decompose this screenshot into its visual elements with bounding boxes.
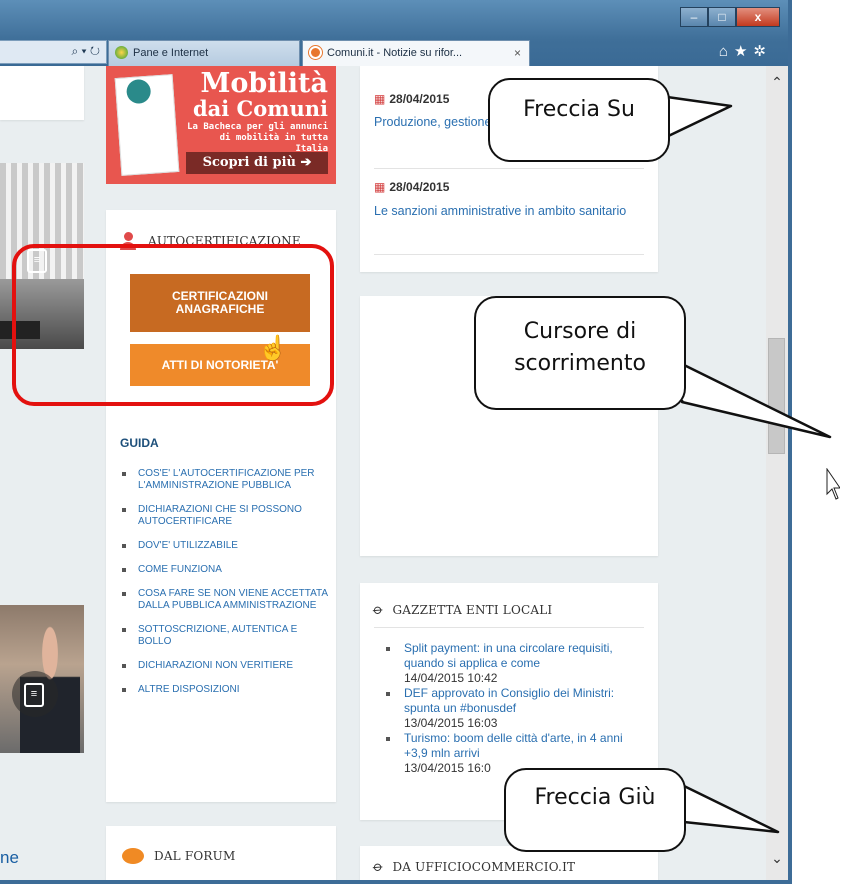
forum-panel: DAL FORUM [106,826,336,880]
guida-link[interactable]: COS'E' L'AUTOCERTIFICAZIONE PER L'AMMINI… [120,468,330,492]
search-refresh-icons[interactable]: ⌕ ▾ ↻ [71,44,100,59]
gear-icon[interactable]: ✲ [753,43,772,60]
news-photo[interactable]: ≡ [0,605,84,753]
list-item: Split payment: in una circolare requisit… [384,641,646,686]
tab-label: Comuni.it - Notizie su rifor... [327,47,463,59]
list-item: DEF approvato in Consiglio dei Ministri:… [384,686,646,731]
guida-link[interactable]: COME FUNZIONA [120,564,330,576]
section-title: GAZZETTA ENTI LOCALI [392,602,553,617]
gazzetta-list: Split payment: in una circolare requisit… [384,641,646,776]
gazzetta-link[interactable]: Split payment: in una circolare requisit… [404,641,646,671]
guida-link[interactable]: ALTRE DISPOSIZIONI [120,684,330,696]
scroll-thumb[interactable] [768,338,785,454]
left-card-top [0,66,84,120]
timestamp: 13/04/2015 16:03 [404,716,498,730]
home-icon[interactable]: ⌂ [719,43,734,60]
guida-link[interactable]: DICHIARAZIONI CHE SI POSSONO AUTOCERTIFI… [120,504,330,528]
window-controls: – □ x [680,7,780,27]
tab-label: Pane e Internet [133,47,209,59]
maximize-button[interactable]: □ [708,7,736,27]
mobilita-banner[interactable]: Mobilità dai Comuni La Bacheca per gli a… [106,66,336,184]
paperclip-icon: ⌀ [370,600,387,618]
left-column-link[interactable]: ne [0,848,19,868]
news-date: ▦ 28/04/2015 [374,92,450,106]
window-frame [788,0,792,884]
callout-cursore: Cursore di scorrimento [474,296,686,410]
close-window-button[interactable]: x [736,7,780,27]
callout-freccia-giu: Freccia Giù [504,768,686,852]
guida-link[interactable]: DICHIARAZIONI NON VERITIERE [120,660,330,672]
gazzetta-header: ⌀ GAZZETTA ENTI LOCALI [370,600,553,618]
news-date: ▦ 28/04/2015 [374,180,450,194]
document-icon: ≡ [24,683,44,707]
paperclip-icon: ⌀ [370,857,387,875]
news-link[interactable]: Le sanzioni amministrative in ambito san… [374,203,644,220]
red-highlight-box [12,244,334,406]
chat-icon [122,848,144,864]
calendar-icon: ▦ [374,92,386,106]
forum-header: DAL FORUM [122,848,235,864]
gazzetta-link[interactable]: DEF approvato in Consiglio dei Ministri:… [404,686,646,716]
tab-pane-e-internet[interactable]: Pane e Internet [108,40,300,66]
timestamp: 14/04/2015 10:42 [404,671,498,685]
section-title: DA UFFICIOCOMMERCIO.IT [392,859,576,874]
guida-link[interactable]: DOV'E' UTILIZZABILE [120,540,330,552]
ufficiocommercio-header: ⌀ DA UFFICIOCOMMERCIO.IT [370,857,576,875]
gazzetta-link[interactable]: Turismo: boom delle città d'arte, in 4 a… [404,731,646,761]
banner-cta-button[interactable]: Scopri di più ➔ [186,152,328,174]
favicon-icon [115,46,128,59]
scroll-down-arrow-icon[interactable]: ⌄ [766,850,788,870]
mouse-pointer-icon [826,468,840,500]
browser-chrome: – □ x ⌕ ▾ ↻ Pane e Internet Comuni.it - … [0,0,788,66]
tab-comuni-it[interactable]: Comuni.it - Notizie su rifor... × [302,40,530,66]
banner-title: Mobilità [200,68,328,99]
guida-link[interactable]: COSA FARE SE NON VIENE ACCETTATA DALLA P… [120,588,330,612]
guida-list: COS'E' L'AUTOCERTIFICAZIONE PER L'AMMINI… [120,468,330,708]
pin-icon [125,78,152,105]
favicon-icon [309,46,322,59]
star-icon[interactable]: ★ [734,43,753,60]
close-tab-icon[interactable]: × [514,46,521,60]
title-bar: – □ x [0,0,788,38]
vertical-scrollbar[interactable]: ⌃ ⌄ [766,66,788,880]
scroll-up-arrow-icon[interactable]: ⌃ [766,74,788,94]
calendar-icon: ▦ [374,180,386,194]
window-frame [0,880,792,884]
divider [374,168,644,169]
address-bar[interactable]: ⌕ ▾ ↻ [0,40,107,64]
callout-freccia-su: Freccia Su [488,78,670,162]
document-pin-icon [114,74,180,176]
section-title: DAL FORUM [154,849,236,863]
page-viewport: ≡ ≡ ne Mobilità dai Comuni La Bacheca pe… [0,66,766,880]
divider [374,254,644,255]
guida-link[interactable]: SOTTOSCRIZIONE, AUTENTICA E BOLLO [120,624,330,648]
address-tab-bar: ⌕ ▾ ↻ Pane e Internet Comuni.it - Notizi… [0,40,788,66]
toolbar-icons: ⌂★✲ [719,42,772,60]
minimize-button[interactable]: – [680,7,708,27]
banner-subtitle: dai Comuni [192,96,328,121]
divider [374,627,644,628]
banner-description: La Bacheca per gli annunci di mobilità i… [187,122,328,154]
guida-title: GUIDA [120,436,159,450]
